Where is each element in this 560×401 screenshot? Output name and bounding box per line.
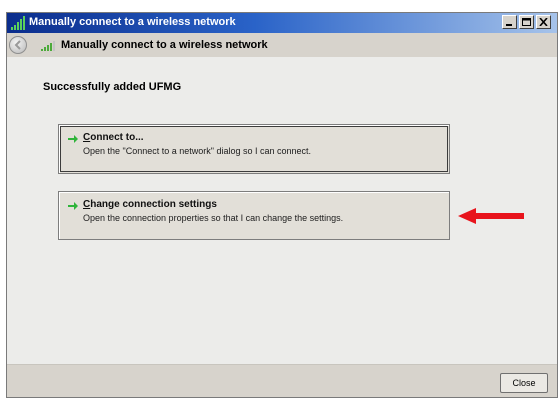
change-settings-description: Open the connection properties so that I… <box>83 213 344 223</box>
minimize-icon <box>506 24 512 26</box>
title-bar[interactable]: Manually connect to a wireless network <box>7 13 557 33</box>
window-title: Manually connect to a wireless network <box>29 16 236 28</box>
window-controls <box>502 15 551 29</box>
wireless-network-icon <box>11 16 25 30</box>
connect-to-description: Open the "Connect to a network" dialog s… <box>83 146 312 156</box>
connect-to-title: Connect to... <box>83 132 144 143</box>
back-button[interactable] <box>9 36 27 54</box>
option-title-text: hange connection settings <box>90 199 217 210</box>
connect-to-option[interactable]: Connect to... Open the "Connect to a net… <box>58 124 450 174</box>
success-message: Successfully added UFMG <box>43 81 182 93</box>
minimize-button[interactable] <box>502 15 517 29</box>
maximize-button[interactable] <box>519 15 534 29</box>
green-arrow-icon <box>68 135 78 143</box>
maximize-icon <box>522 18 531 26</box>
wireless-signal-icon <box>41 41 55 51</box>
close-icon <box>539 18 548 26</box>
content-area: Successfully added UFMG Connect to... Op… <box>7 57 557 364</box>
change-connection-settings-option[interactable]: Change connection settings Open the conn… <box>58 191 450 240</box>
dialog-window: Manually connect to a wireless network M… <box>6 12 558 398</box>
close-window-button[interactable] <box>536 15 551 29</box>
navigation-bar: Manually connect to a wireless network <box>7 33 557 57</box>
page-title: Manually connect to a wireless network <box>61 39 268 51</box>
back-arrow-icon <box>14 40 21 50</box>
close-button[interactable]: Close <box>500 373 548 393</box>
change-settings-title: Change connection settings <box>83 199 217 210</box>
red-arrow-icon <box>458 208 524 224</box>
green-arrow-icon <box>68 202 78 210</box>
option-title-text: onnect to... <box>90 132 144 143</box>
dialog-footer: Close <box>7 364 557 397</box>
